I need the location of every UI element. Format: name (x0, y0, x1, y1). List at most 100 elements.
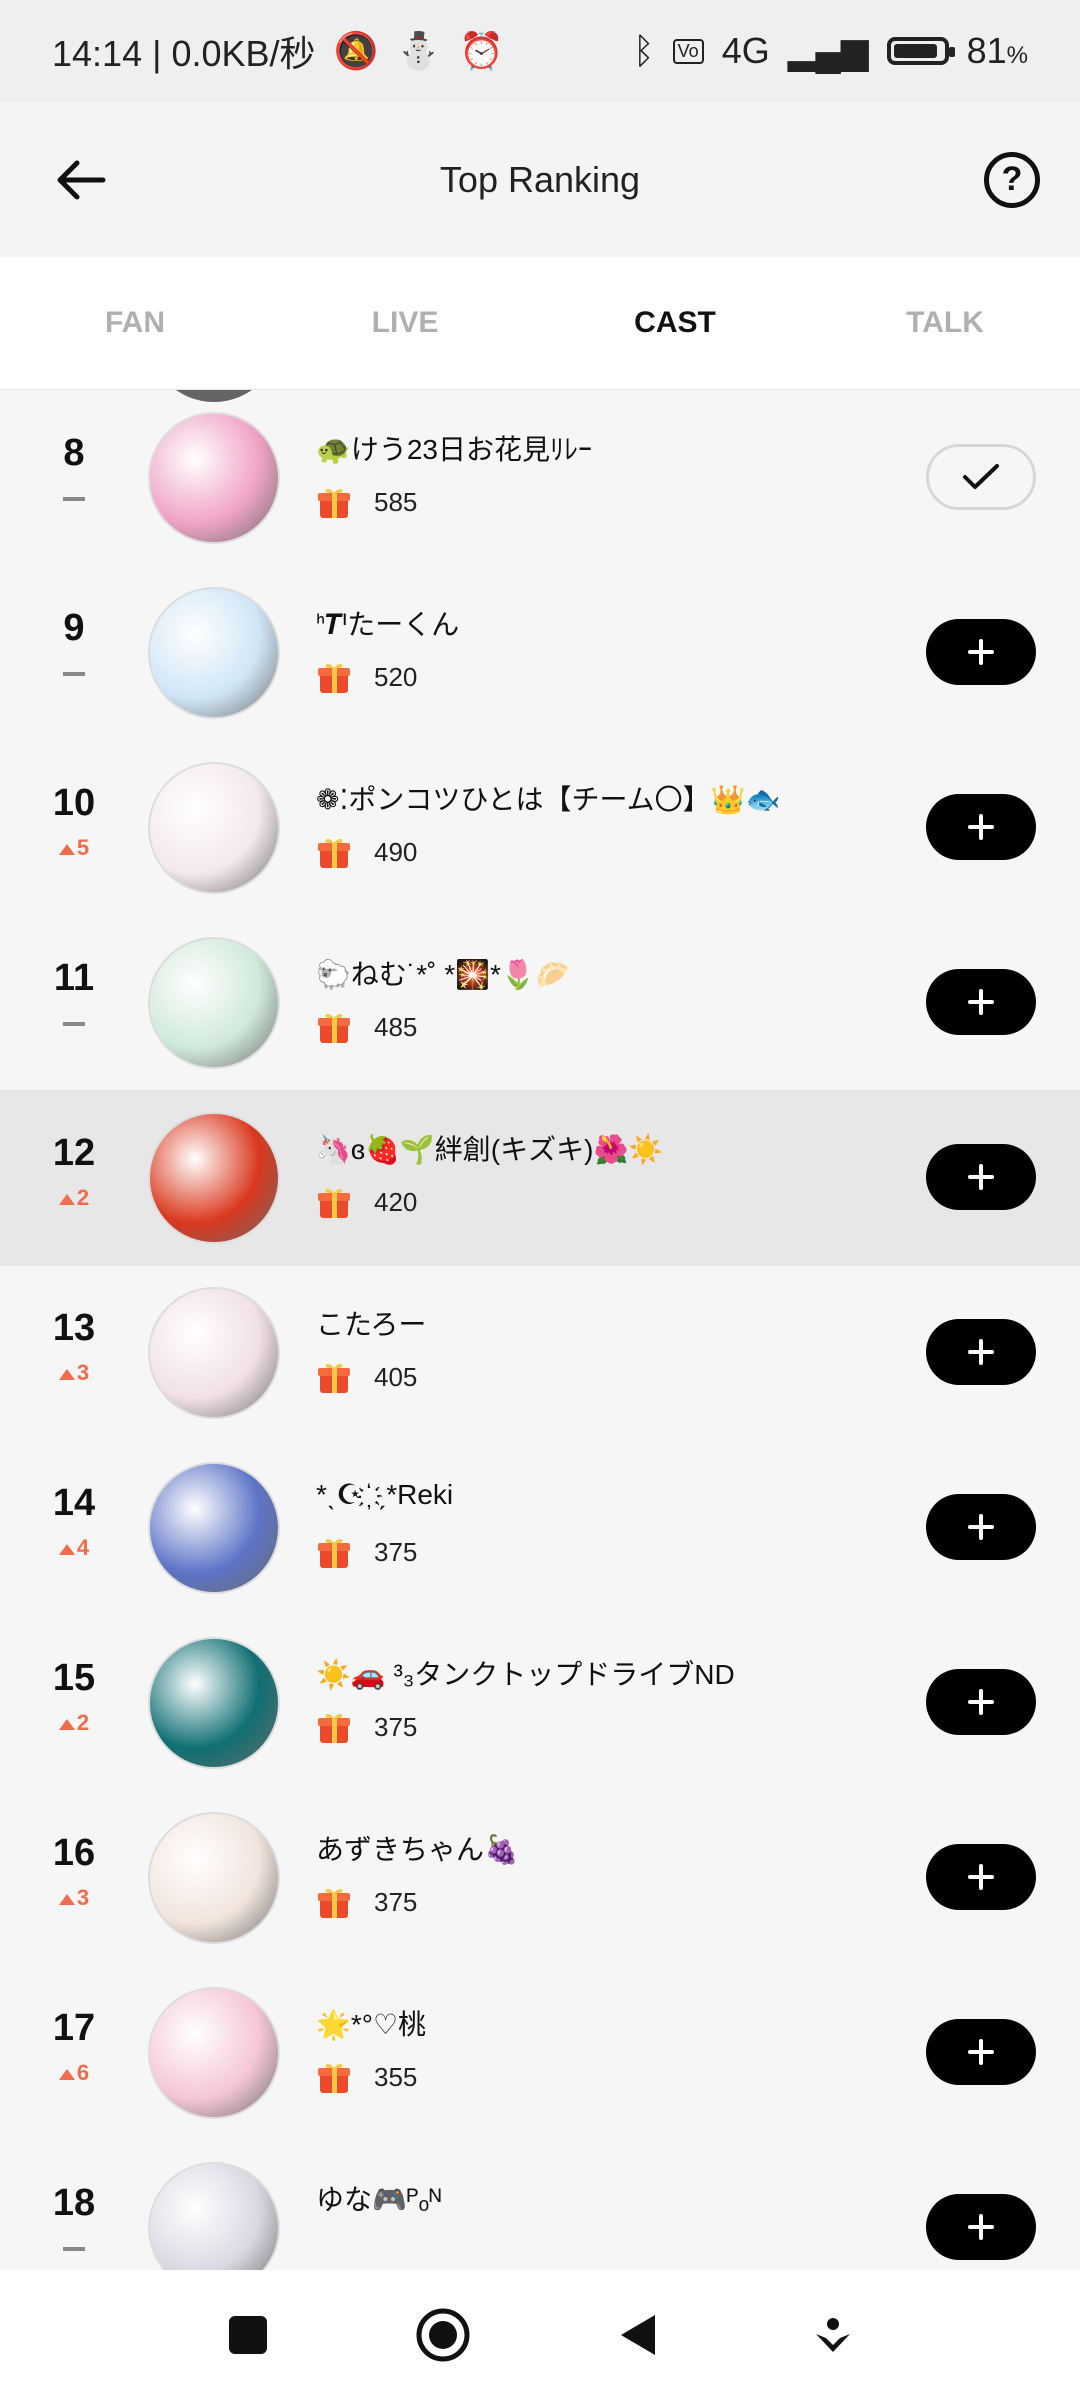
follow-button[interactable] (926, 1319, 1036, 1385)
avatar[interactable] (148, 587, 280, 719)
score-wrap: 585 (316, 484, 417, 520)
back-nav-button[interactable] (610, 2307, 666, 2363)
notification-icon: ⛄ (396, 30, 442, 71)
ranking-row[interactable]: 8 🐢けう23日お花見ﾘﾚｰ 585 (0, 390, 1080, 566)
avatar[interactable] (148, 1287, 280, 1419)
ranking-list[interactable]: 8 🐢けう23日お花見ﾘﾚｰ 585 9 ᑋ𝑻ᑊたーくん 520 10 5 ❁⁚… (0, 390, 1080, 2270)
up-arrow-icon (58, 1893, 75, 1905)
rank-change (44, 2235, 104, 2261)
assistant-button[interactable] (805, 2307, 861, 2363)
gift-icon (318, 838, 350, 868)
rank-number: 9 (63, 607, 85, 649)
status-time-speed: 14:14 | 0.0KB/秒 (52, 33, 316, 74)
rank-change: 4 (44, 1535, 104, 1561)
avatar[interactable] (148, 1637, 280, 1769)
follow-button[interactable] (926, 794, 1036, 860)
avatar[interactable] (148, 1112, 280, 1244)
rank-change: 5 (44, 835, 104, 861)
rank: 12 2 (44, 1132, 104, 1211)
back-button[interactable] (52, 151, 110, 209)
avatar[interactable] (148, 412, 280, 544)
plus-icon (968, 2039, 994, 2065)
follow-button[interactable] (926, 1844, 1036, 1910)
gift-score: 585 (374, 486, 418, 517)
plus-icon (968, 639, 994, 665)
tab-live[interactable]: LIVE (270, 257, 540, 389)
tab-cast[interactable]: CAST (540, 257, 810, 389)
gift-icon (318, 1188, 350, 1218)
follow-button[interactable] (926, 969, 1036, 1035)
cast-name: 🦄ɞ🍓🌱絆創(キズキ)🌺☀️ (316, 1134, 664, 1165)
rank-change (44, 485, 104, 511)
cast-name: 🐑ねむ˙*˚ *🎇*🌷🥟 (316, 959, 571, 990)
gift-icon (318, 1713, 350, 1743)
rank: 17 6 (44, 2007, 104, 2086)
ranking-row[interactable]: 10 5 ❁⁚ポンコツひとは【チーム〇】👑🐟 490 (0, 740, 1080, 916)
recent-apps-button[interactable] (220, 2307, 276, 2363)
avatar[interactable] (148, 2162, 280, 2270)
gift-score: 520 (374, 661, 418, 692)
gift-score: 405 (374, 1361, 418, 1392)
rank-change: 3 (44, 1360, 104, 1386)
no-change-icon (63, 2247, 85, 2252)
up-arrow-icon (58, 1368, 75, 1380)
score-wrap: 490 (316, 834, 417, 870)
follow-button[interactable] (926, 1144, 1036, 1210)
no-change-icon (63, 497, 85, 502)
ranking-row[interactable]: 12 2 🦄ɞ🍓🌱絆創(キズキ)🌺☀️ 420 (0, 1090, 1080, 1266)
gift-icon (318, 2063, 350, 2093)
rank-number: 13 (52, 1307, 96, 1349)
gift-icon (318, 488, 350, 518)
volte-icon: Vo (672, 38, 704, 64)
follow-button[interactable] (926, 619, 1036, 685)
tab-talk[interactable]: TALK (810, 257, 1080, 389)
cast-name: ᑋ𝑻ᑊたーくん (316, 609, 460, 640)
rank-number: 17 (52, 2007, 96, 2049)
cast-name: ❁⁚ポンコツひとは【チーム〇】👑🐟 (316, 784, 781, 815)
follow-button[interactable] (926, 2019, 1036, 2085)
cast-name: ゆな🎮ᴾₒᴺ (316, 2184, 442, 2215)
ranking-row[interactable]: 17 6 🌟*°♡桃 355 (0, 1965, 1080, 2141)
ranking-row[interactable]: 14 4 *ˎ☪︎ ҉ ˏ*Reki 375 (0, 1440, 1080, 1616)
page-title: Top Ranking (439, 158, 641, 200)
home-button[interactable] (415, 2307, 471, 2363)
ranking-row[interactable]: 11 🐑ねむ˙*˚ *🎇*🌷🥟 485 (0, 915, 1080, 1091)
tab-fan[interactable]: FAN (0, 257, 270, 389)
avatar[interactable] (148, 1812, 280, 1944)
follow-button[interactable] (926, 1494, 1036, 1560)
assistant-icon (815, 2318, 850, 2352)
status-bar: 14:14 | 0.0KB/秒 🔕 ⛄ ⏰ ᛒ Vo 4G ▂▄▆ 81% (0, 0, 1080, 102)
rank-change (44, 1010, 104, 1036)
home-circle-icon (416, 2308, 469, 2362)
ranking-row[interactable]: 13 3 こたろー 405 (0, 1265, 1080, 1441)
status-left: 14:14 | 0.0KB/秒 🔕 ⛄ ⏰ (52, 25, 504, 77)
avatar[interactable] (148, 1987, 280, 2119)
rank: 15 2 (44, 1657, 104, 1736)
avatar[interactable] (148, 762, 280, 894)
score-wrap: 485 (316, 1009, 417, 1045)
help-button[interactable]: ? (984, 151, 1040, 208)
bluetooth-icon: ᛒ (633, 30, 655, 71)
rank: 14 4 (44, 1482, 104, 1561)
rank: 18 (44, 2182, 104, 2261)
follow-button[interactable] (926, 1669, 1036, 1735)
status-right: ᛒ Vo 4G ▂▄▆ 81% (633, 30, 1028, 72)
rank-number: 18 (52, 2182, 96, 2224)
cast-name: あずきちゃん🍇 (316, 1834, 519, 1865)
ranking-row[interactable]: 9 ᑋ𝑻ᑊたーくん 520 (0, 565, 1080, 741)
ranking-row[interactable]: 15 2 ☀️🚗 ³₃タンクトップドライブND 375 (0, 1615, 1080, 1791)
rank-number: 8 (63, 432, 85, 474)
ranking-row[interactable]: 18 ゆな🎮ᴾₒᴺ (0, 2140, 1080, 2270)
following-button[interactable] (926, 444, 1036, 510)
rank-change: 2 (44, 1710, 104, 1736)
follow-button[interactable] (926, 2194, 1036, 2260)
rank: 9 (44, 607, 104, 686)
rank-number: 11 (53, 957, 95, 999)
avatar[interactable] (148, 937, 280, 1069)
battery-level (893, 44, 938, 58)
score-wrap: 375 (316, 1534, 417, 1570)
avatar[interactable] (148, 1462, 280, 1594)
plus-icon (968, 1689, 994, 1715)
ranking-row[interactable]: 16 3 あずきちゃん🍇 375 (0, 1790, 1080, 1966)
system-nav-bar (0, 2270, 1080, 2400)
